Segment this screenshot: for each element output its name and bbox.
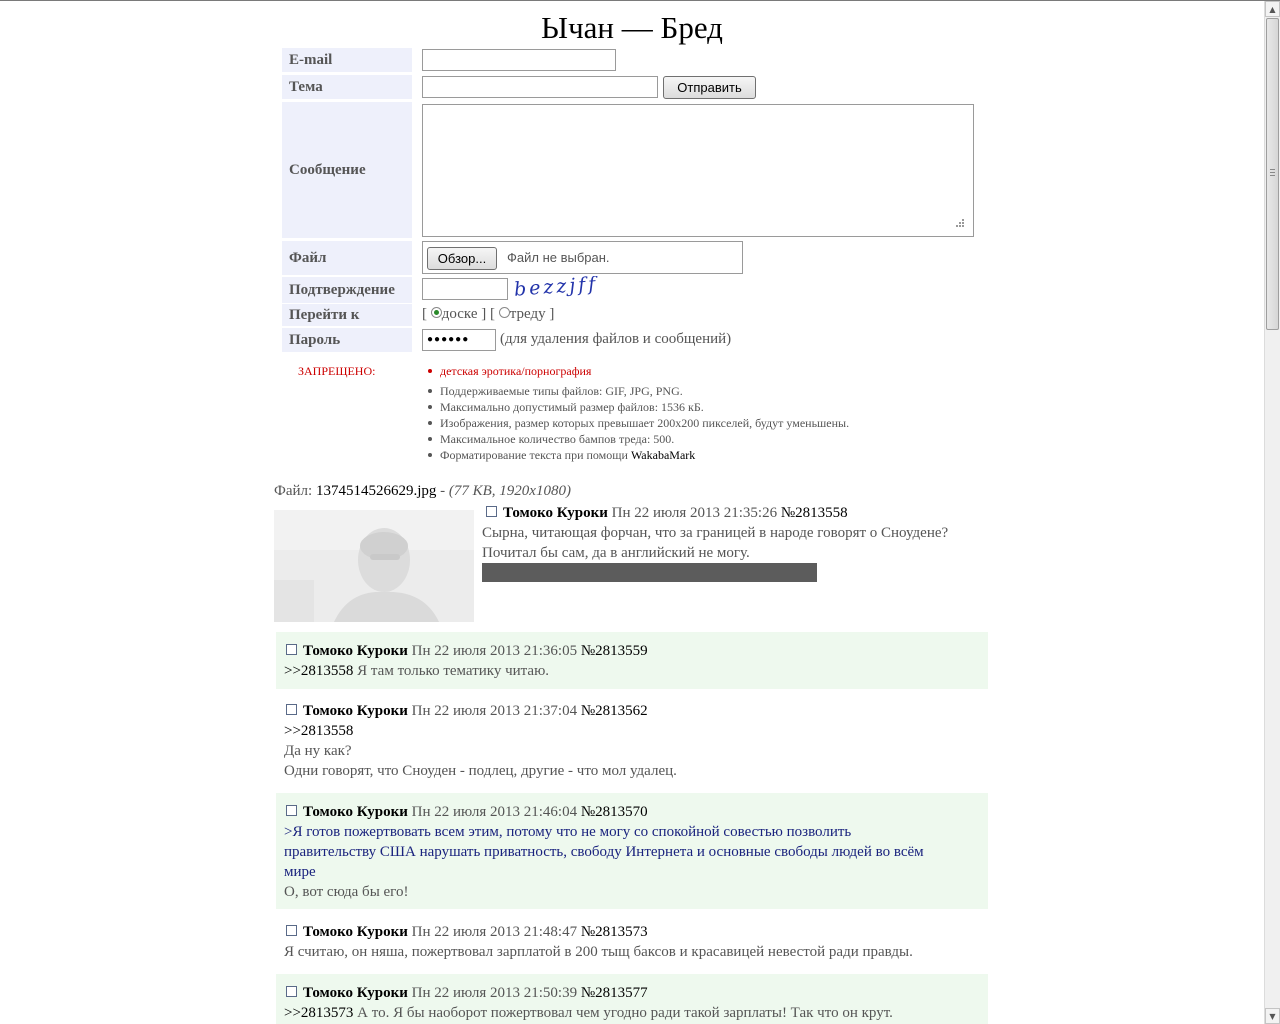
message-label: Сообщение bbox=[282, 102, 412, 238]
scroll-down-arrow-icon[interactable]: ▼ bbox=[1265, 1008, 1280, 1024]
reply-post: Томоко Куроки Пн 22 июля 2013 21:50:39 №… bbox=[276, 974, 988, 1024]
reply-post-number[interactable]: №2813562 bbox=[581, 703, 648, 719]
reply-post: Томоко Куроки Пн 22 июля 2013 21:37:04 №… bbox=[276, 692, 988, 790]
op-thumbnail[interactable] bbox=[274, 510, 474, 622]
greentext: мире bbox=[284, 864, 316, 880]
op-file-link[interactable]: 1374514526629.jpg bbox=[316, 483, 436, 499]
password-hint: (для удаления файлов и сообщений) bbox=[500, 331, 732, 347]
rules-list: детская эротика/порнография Поддерживаем… bbox=[426, 363, 849, 463]
reply-quote-link[interactable]: >>2813573 bbox=[284, 1005, 353, 1021]
goto-board-label[interactable]: доске bbox=[442, 306, 478, 322]
wakabamark-link[interactable]: WakabaMark bbox=[631, 448, 695, 462]
op-post-header: Томоко Куроки Пн 22 июля 2013 21:35:26 №… bbox=[486, 503, 848, 523]
reply-body: >>2813558 Да ну как? Одни говорят, что С… bbox=[284, 723, 677, 779]
reply-select-checkbox[interactable] bbox=[286, 644, 297, 655]
reply-select-checkbox[interactable] bbox=[286, 925, 297, 936]
op-date: Пн 22 июля 2013 21:35:26 bbox=[611, 505, 778, 521]
password-label: Пароль bbox=[282, 328, 412, 352]
reply-header: Томоко Куроки Пн 22 июля 2013 21:46:04 №… bbox=[286, 802, 648, 822]
reply-post-number[interactable]: №2813570 bbox=[581, 804, 648, 820]
op-file-info: Файл: 1374514526629.jpg - (77 KB, 1920x1… bbox=[274, 483, 571, 499]
reply-quote-link[interactable]: >>2813558 bbox=[284, 663, 353, 679]
greentext: >Я готов пожертвовать всем этим, потому … bbox=[284, 824, 852, 840]
captcha-text: bezzjff bbox=[513, 276, 599, 300]
password-field[interactable]: ●●●●●● bbox=[422, 329, 496, 351]
rules-item: Поддерживаемые типы файлов: GIF, JPG, PN… bbox=[426, 383, 849, 399]
subject-field[interactable] bbox=[422, 76, 658, 98]
forbidden-label: ЗАПРЕЩЕНО: bbox=[298, 364, 376, 378]
reply-body: Я считаю, он няша, пожертвовал зарплатой… bbox=[284, 944, 913, 960]
no-file-text: Файл не выбран. bbox=[507, 250, 610, 265]
reply-header: Томоко Куроки Пн 22 июля 2013 21:37:04 №… bbox=[286, 701, 648, 721]
rules-item: Максимально допустимый размер файлов: 15… bbox=[426, 399, 849, 415]
reply-header: Томоко Куроки Пн 22 июля 2013 21:36:05 №… bbox=[286, 641, 648, 661]
op-file-meta: (77 KB, 1920x1080) bbox=[448, 483, 571, 499]
browse-button[interactable]: Обзор... bbox=[427, 247, 497, 270]
reply-body: >Я готов пожертвовать всем этим, потому … bbox=[284, 822, 974, 902]
captcha-image: bezzjff bbox=[513, 273, 608, 301]
resize-grip-icon[interactable] bbox=[955, 218, 965, 228]
file-label: Файл bbox=[282, 241, 412, 275]
reply-post: Томоко Куроки Пн 22 июля 2013 21:48:47 №… bbox=[276, 913, 988, 970]
goto-open-bracket: [ bbox=[422, 306, 427, 322]
reply-select-checkbox[interactable] bbox=[286, 805, 297, 816]
op-thumbnail-image bbox=[274, 510, 474, 622]
subject-label: Тема bbox=[282, 75, 412, 99]
scrollbar-thumb[interactable] bbox=[1266, 18, 1279, 330]
captcha-field[interactable] bbox=[422, 278, 508, 300]
rules-item: Форматирование текста при помощи WakabaM… bbox=[426, 447, 849, 463]
page: Ычан — Бред E-mail Тема Отправить Сообще… bbox=[0, 0, 1264, 1024]
scroll-up-arrow-icon[interactable]: ▲ bbox=[1265, 1, 1280, 17]
spoiler-block[interactable] bbox=[482, 563, 817, 582]
reply-body: >>2813573 А то. Я бы наоборот пожертвова… bbox=[284, 1005, 893, 1021]
reply-body: >>2813558 Я там только тематику читаю. bbox=[284, 663, 550, 679]
goto-separator: ] [ bbox=[481, 306, 495, 322]
submit-button[interactable]: Отправить bbox=[663, 76, 756, 99]
captcha-label: Подтверждение bbox=[282, 277, 412, 303]
email-label: E-mail bbox=[282, 48, 412, 72]
board-title: Ычан — Бред bbox=[541, 10, 723, 45]
vertical-scrollbar[interactable]: ▲ ▼ bbox=[1264, 1, 1280, 1024]
op-select-checkbox[interactable] bbox=[486, 506, 497, 517]
goto-thread-label[interactable]: треду bbox=[510, 306, 546, 322]
goto-close-bracket: ] bbox=[549, 306, 555, 322]
email-field[interactable] bbox=[422, 49, 616, 71]
op-post-number[interactable]: №2813558 bbox=[781, 505, 848, 521]
reply-post-number[interactable]: №2813559 bbox=[581, 643, 648, 659]
goto-label: Перейти к bbox=[282, 304, 412, 326]
reply-select-checkbox[interactable] bbox=[286, 986, 297, 997]
rules-item: Максимальное количество бампов треда: 50… bbox=[426, 431, 849, 447]
reply-quote-link[interactable]: >>2813558 bbox=[284, 723, 353, 739]
rules-forbidden-item: детская эротика/порнография bbox=[426, 363, 849, 383]
op-poster-name: Томоко Куроки bbox=[503, 505, 608, 521]
goto-board-radio[interactable] bbox=[430, 307, 442, 318]
reply-select-checkbox[interactable] bbox=[286, 704, 297, 715]
reply-post: Томоко Куроки Пн 22 июля 2013 21:36:05 №… bbox=[276, 632, 988, 689]
op-post-body: Сырна, читающая форчан, что за границей … bbox=[482, 525, 949, 561]
goto-thread-radio[interactable] bbox=[498, 307, 510, 318]
rules-item: Изображения, размер которых превышает 20… bbox=[426, 415, 849, 431]
message-textarea[interactable] bbox=[422, 104, 974, 237]
reply-header: Томоко Куроки Пн 22 июля 2013 21:48:47 №… bbox=[286, 922, 648, 942]
reply-post-number[interactable]: №2813577 bbox=[581, 985, 648, 1001]
greentext: правительству США нарушать приватность, … bbox=[284, 844, 924, 860]
reply-post-number[interactable]: №2813573 bbox=[581, 924, 648, 940]
reply-header: Томоко Куроки Пн 22 июля 2013 21:50:39 №… bbox=[286, 983, 648, 1003]
goto-options: [ доске ] [ треду ] bbox=[422, 306, 554, 323]
reply-post: Томоко Куроки Пн 22 июля 2013 21:46:04 №… bbox=[276, 793, 988, 909]
